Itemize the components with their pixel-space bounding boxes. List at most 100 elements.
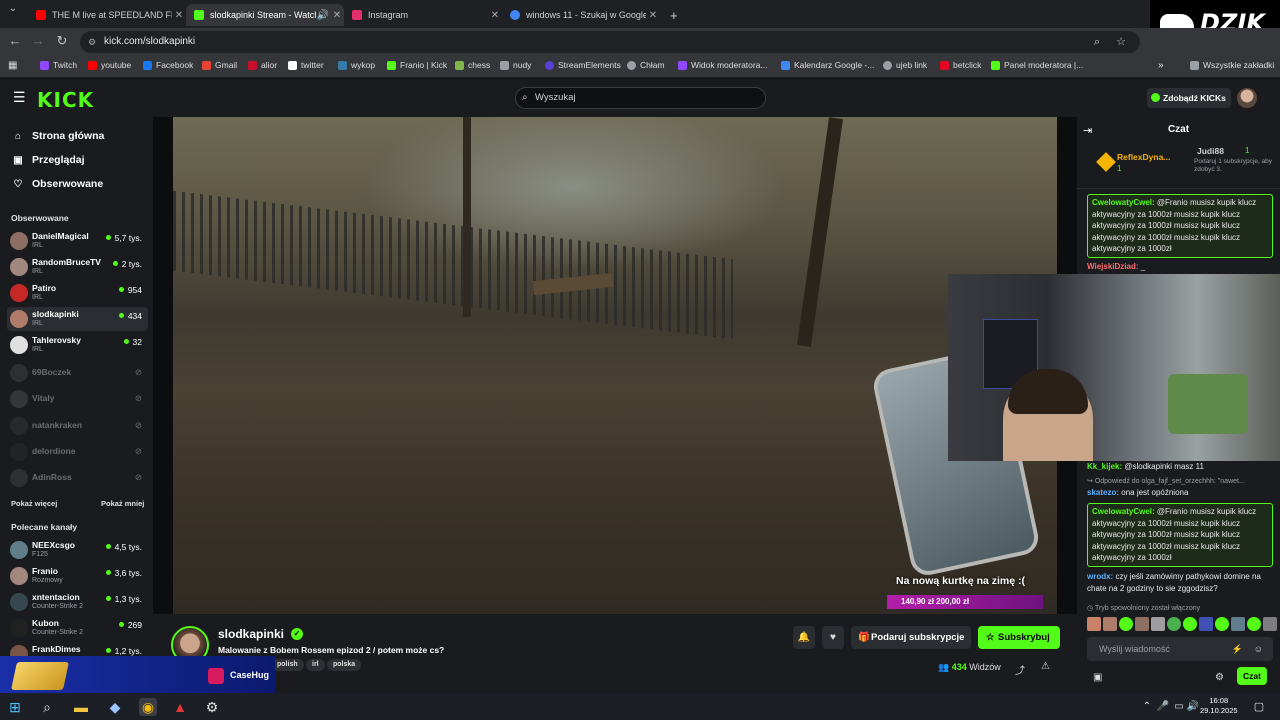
back-icon[interactable]: ← xyxy=(6,33,24,48)
kick-logo[interactable]: KICK xyxy=(37,88,94,112)
bookmark-panel-moderatora[interactable]: Panel moderatora |... xyxy=(991,60,1083,70)
chat-settings-icon[interactable]: ⚙ xyxy=(1215,672,1224,683)
share-icon[interactable]: ⤴ xyxy=(1015,662,1025,677)
emote-icon[interactable] xyxy=(1231,617,1245,631)
site-info-icon[interactable]: ⚙ xyxy=(88,31,96,53)
apps-icon[interactable]: ▦ xyxy=(8,60,17,71)
emote-icon[interactable] xyxy=(1151,617,1165,631)
channel-slodkapinki[interactable]: slodkapinki IRL 434 xyxy=(7,307,148,331)
video-player[interactable]: Na nową kurtkę na zimę :( 140,90 zł 200,… xyxy=(153,117,1077,614)
tab-google[interactable]: windows 11 - Szukaj w Google ✕ xyxy=(502,4,660,26)
flash-icon[interactable]: ⚡ xyxy=(1232,637,1243,661)
file-explorer-icon[interactable]: ▬ xyxy=(72,698,90,716)
channel-danielmagical[interactable]: DanielMagical IRL 5,7 tys. xyxy=(7,229,148,253)
all-bookmarks[interactable]: Wszystkie zakładki xyxy=(1190,60,1274,70)
channel-kubon[interactable]: Kubon Counter-Strike 2 269 xyxy=(7,616,148,640)
bookmark-twitch[interactable]: Twitch xyxy=(40,60,77,70)
tag-polska[interactable]: polska xyxy=(327,659,362,671)
channel-neexcsgo[interactable]: NEEXcsgo F125 4,5 tys. xyxy=(7,538,148,562)
close-icon[interactable]: ✕ xyxy=(646,10,660,21)
zoom-icon[interactable]: ⌕ xyxy=(1094,31,1100,53)
chat-username[interactable]: WiejskiDziad: xyxy=(1087,262,1139,271)
chat-username[interactable]: Kk_kijek: xyxy=(1087,462,1122,471)
chat-username[interactable]: skatezo: xyxy=(1087,488,1119,497)
channel-xntentacion[interactable]: xntentacion Counter-Strike 2 1,3 tys. xyxy=(7,590,148,614)
channel-randombrucetv[interactable]: RandomBruceTV IRL 2 tys. xyxy=(7,255,148,279)
close-icon[interactable]: ✕ xyxy=(488,10,502,21)
stream-video-frame[interactable]: Na nową kurtkę na zimę :( 140,90 zł 200,… xyxy=(173,117,1057,614)
emote-icon[interactable] xyxy=(1215,617,1229,631)
bookmark-alior[interactable]: alior xyxy=(248,60,277,70)
tab-instagram[interactable]: Instagram ✕ xyxy=(344,4,502,26)
bookmark-chess[interactable]: chess xyxy=(455,60,490,70)
bookmark-youtube[interactable]: youtube xyxy=(88,60,131,70)
forward-icon[interactable]: → xyxy=(29,33,47,48)
speaker-icon[interactable]: 🔊 xyxy=(316,10,330,21)
tab-speedland[interactable]: THE M live at SPEEDLAND FEST ✕ xyxy=(28,4,186,26)
chat-message-input[interactable]: Wyślij wiadomość ⚡ ☺ xyxy=(1087,637,1273,661)
channel-vitaly[interactable]: Vitaly ⊘ xyxy=(7,387,148,411)
nav-browse[interactable]: ▣ Przeglądaj xyxy=(12,154,84,166)
notification-icon[interactable]: ▢ xyxy=(1250,698,1268,716)
follow-heart-icon[interactable]: ♥ xyxy=(822,626,844,649)
tab-search-icon[interactable]: ⌄ xyxy=(4,3,22,14)
emote-icon[interactable] xyxy=(1199,617,1213,631)
emote-icon[interactable] xyxy=(1087,617,1101,631)
app-icon[interactable]: ◆ xyxy=(106,698,124,716)
chat-username[interactable]: CwelowatyCwel: xyxy=(1092,198,1155,207)
bookmark-betclick[interactable]: betclick xyxy=(940,60,981,70)
channel-tahlerovsky[interactable]: Tahlerovsky IRL 32 xyxy=(7,333,148,357)
bookmark-wykop[interactable]: wykop xyxy=(338,60,375,70)
bookmark-franio-kick[interactable]: Franio | Kick xyxy=(387,60,447,70)
close-icon[interactable]: ✕ xyxy=(172,10,186,21)
tag-polish[interactable]: polish xyxy=(271,659,304,671)
chat-gift-icon[interactable]: ▣ xyxy=(1093,672,1102,683)
streamer-name[interactable]: slodkapinki xyxy=(218,627,284,641)
new-tab-button[interactable]: + xyxy=(662,4,682,26)
app-icon[interactable]: ▲ xyxy=(171,698,189,716)
channel-delordione[interactable]: delordione ⊘ xyxy=(7,440,148,464)
star-icon[interactable]: ☆ xyxy=(1116,31,1126,53)
emote-icon[interactable] xyxy=(1167,617,1181,631)
search-input[interactable]: ⌕ Wyszukaj xyxy=(515,87,766,109)
channel-patiro[interactable]: Patiro IRL 954 xyxy=(7,281,148,305)
bookmark-kalendarz[interactable]: Kalendarz Google -... xyxy=(781,60,874,70)
menu-icon[interactable]: ☰ xyxy=(13,89,26,106)
chrome-icon[interactable]: ◉ xyxy=(139,698,157,716)
channel-69boczek[interactable]: 69Boczek ⊘ xyxy=(7,361,148,385)
bookmark-facebook[interactable]: Facebook xyxy=(143,60,193,70)
user-avatar[interactable] xyxy=(1237,88,1257,108)
system-clock[interactable]: 16:08 29.10.2025 xyxy=(1200,696,1238,716)
show-less-button[interactable]: Pokaż mniej xyxy=(101,499,144,508)
emote-icon[interactable] xyxy=(1183,617,1197,631)
more-bookmarks-icon[interactable]: » xyxy=(1158,60,1164,71)
emote-icon[interactable] xyxy=(1119,617,1133,631)
tag-irl[interactable]: irl xyxy=(306,659,325,671)
emote-icon[interactable] xyxy=(1103,617,1117,631)
chat-username[interactable]: CwelowatyCwel: xyxy=(1092,507,1155,516)
gift-subscription-button[interactable]: 🎁 Podaruj subskrypcje xyxy=(851,626,971,649)
search-icon[interactable]: ⌕ xyxy=(38,698,56,716)
nav-home[interactable]: ⌂ Strona główna xyxy=(12,130,104,142)
subscribe-button[interactable]: ☆ Subskrybuj xyxy=(978,626,1060,649)
url-field[interactable]: ⚙ kick.com/slodkapinki ⌕ ☆ xyxy=(80,31,1140,53)
settings-icon[interactable]: ⚙ xyxy=(203,698,221,716)
bookmark-chlam[interactable]: Chłam xyxy=(627,60,665,70)
emote-icon[interactable] xyxy=(1135,617,1149,631)
notifications-bell-icon[interactable]: 🔔 xyxy=(793,626,815,649)
get-kicks-button[interactable]: Zdobądź KICKs xyxy=(1147,88,1231,108)
close-icon[interactable]: ✕ xyxy=(330,10,344,21)
windows-start-icon[interactable]: ⊞ xyxy=(6,698,24,716)
bookmark-widok-moderatora[interactable]: Widok moderatora... xyxy=(678,60,768,70)
bookmark-gmail[interactable]: Gmail xyxy=(202,60,237,70)
emote-icon[interactable] xyxy=(1263,617,1277,631)
bookmark-twitter[interactable]: twitter xyxy=(288,60,324,70)
bookmark-nudy[interactable]: nudy xyxy=(500,60,531,70)
channel-natankraken[interactable]: natankraken ⊘ xyxy=(7,414,148,438)
tab-slodkapinki[interactable]: slodkapinki Stream - Watch 🔊 ✕ xyxy=(186,4,344,26)
emote-icon[interactable] xyxy=(1247,617,1261,631)
show-more-button[interactable]: Pokaż więcej xyxy=(11,499,57,508)
channel-adinross[interactable]: AdinRoss ⊘ xyxy=(7,466,148,490)
chat-username[interactable]: wrodx: xyxy=(1087,572,1113,581)
chat-send-button[interactable]: Czat xyxy=(1237,667,1267,685)
